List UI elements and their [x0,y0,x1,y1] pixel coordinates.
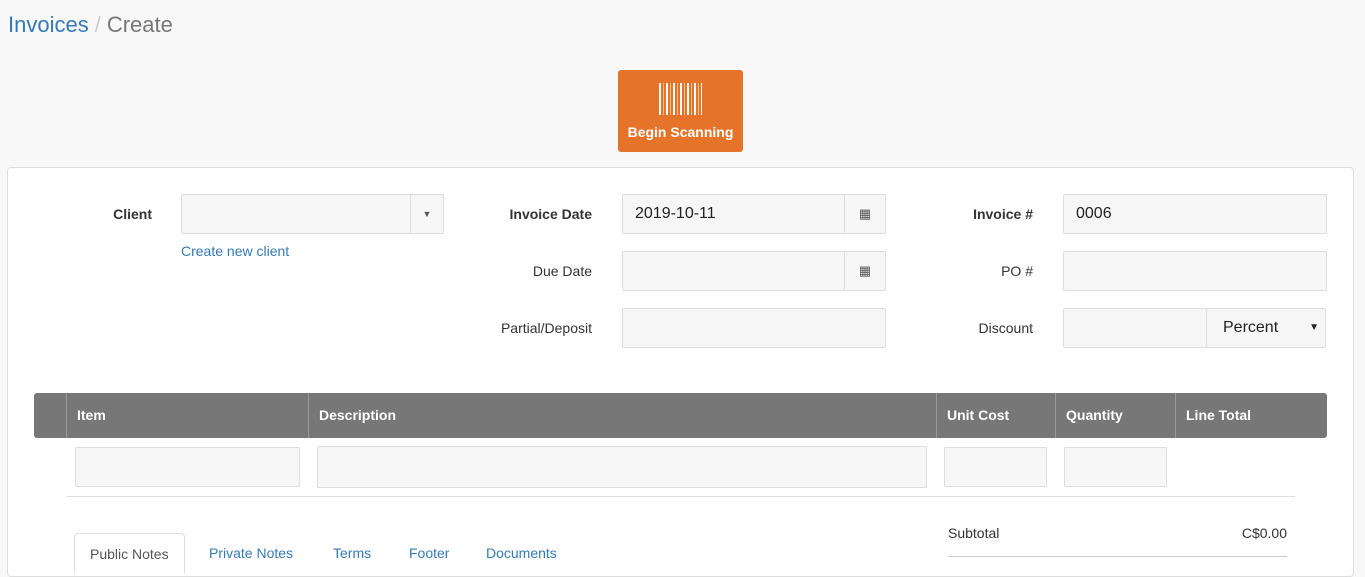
due-date-field[interactable]: ▦ [622,251,886,291]
breadcrumb: Invoices / Create [8,12,173,38]
discount-type-select[interactable]: Percent ▼ [1206,308,1326,348]
caret-down-icon[interactable]: ▼ [410,195,443,233]
discount-type-value: Percent [1223,319,1279,336]
tab-footer[interactable]: Footer [394,533,464,573]
tab-public-notes[interactable]: Public Notes [74,533,185,573]
subtotal-value: C$0.00 [1241,525,1287,541]
tab-documents[interactable]: Documents [471,533,572,573]
barcode-icon [659,83,702,115]
description-textarea[interactable] [317,446,927,488]
tab-private-notes[interactable]: Private Notes [194,533,308,573]
line-items-header: Item Description Unit Cost Quantity Line… [34,393,1327,438]
tab-terms[interactable]: Terms [318,533,386,573]
partial-deposit-label: Partial/Deposit [500,320,592,336]
breadcrumb-current: Create [106,12,173,37]
column-header-unit-cost: Unit Cost [936,393,1055,438]
subtotal-label: Subtotal [948,525,1000,541]
invoice-date-value: 2019-10-11 [635,205,716,222]
due-date-label: Due Date [532,263,592,279]
invoice-number-label: Invoice # [973,206,1033,222]
begin-scanning-label: Begin Scanning [627,124,734,140]
discount-field[interactable] [1063,308,1207,348]
subtotal-divider [948,556,1287,557]
partial-deposit-field[interactable] [622,308,886,348]
discount-label: Discount [978,320,1033,336]
unit-cost-input[interactable] [944,447,1047,487]
invoice-number-field[interactable]: 0006 [1063,194,1327,234]
begin-scanning-button[interactable]: Begin Scanning [618,70,743,152]
column-header-item: Item [66,393,308,438]
invoice-date-label: Invoice Date [509,206,592,222]
po-number-field[interactable] [1063,251,1327,291]
breadcrumb-invoices-link[interactable]: Invoices [8,12,89,37]
column-header-line-total: Line Total [1175,393,1327,438]
po-number-label: PO # [1001,263,1033,279]
item-input[interactable] [75,447,300,487]
column-header-description: Description [308,393,936,438]
calendar-icon[interactable]: ▦ [844,252,885,290]
quantity-input[interactable] [1064,447,1167,487]
breadcrumb-separator: / [94,12,101,37]
row-divider [67,496,1295,497]
invoice-date-field[interactable]: 2019-10-11 ▦ [622,194,886,234]
column-header-quantity: Quantity [1055,393,1175,438]
create-new-client-link[interactable]: Create new client [181,243,289,259]
client-select[interactable]: ▼ [181,194,444,234]
calendar-icon[interactable]: ▦ [844,195,885,233]
caret-down-icon: ▼ [1309,322,1319,333]
client-label: Client [113,206,152,222]
